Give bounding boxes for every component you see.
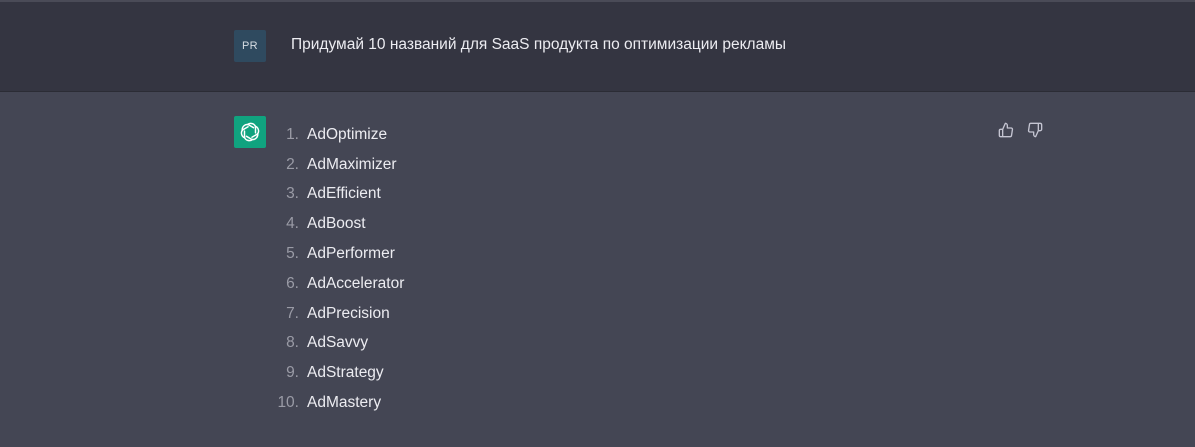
list-item-name: AdAccelerator	[307, 274, 405, 292]
list-item-number: 3.	[286, 185, 299, 203]
assistant-message-row: 1. AdOptimize 2. AdMaximizer 3. AdEfficient…	[0, 92, 1195, 447]
list-item-number: 8.	[286, 334, 299, 352]
user-message-text: Придумай 10 названий для SaaS продукта п…	[291, 36, 787, 53]
list-item-number: 10.	[277, 394, 299, 412]
list-item-name: AdBoost	[307, 215, 366, 233]
list-item-number: 1.	[286, 125, 299, 143]
thumbs-down-icon[interactable]	[1025, 120, 1045, 140]
list-item-name: AdStrategy	[307, 364, 384, 382]
list-item-number: 6.	[286, 274, 299, 292]
list-item-name: AdMaximizer	[307, 155, 397, 173]
list-item: 9. AdStrategy	[276, 358, 404, 388]
list-item-number: 2.	[286, 155, 299, 173]
list-item-number: 7.	[286, 304, 299, 322]
list-item: 10. AdMastery	[276, 388, 404, 418]
list-item: 2. AdMaximizer	[276, 150, 404, 180]
list-item-name: AdOptimize	[307, 125, 388, 143]
list-item-number: 4.	[286, 215, 299, 233]
list-item: 6. AdAccelerator	[276, 269, 404, 299]
list-item: 1. AdOptimize	[276, 120, 404, 150]
list-item: 3. AdEfficient	[276, 180, 404, 210]
list-item-number: 9.	[286, 364, 299, 382]
list-item-name: AdSavvy	[307, 334, 369, 352]
list-item: 5. AdPerformer	[276, 239, 404, 269]
thumbs-up-icon[interactable]	[996, 120, 1016, 140]
list-item-name: AdEfficient	[307, 185, 381, 203]
list-item-name: AdPrecision	[307, 304, 390, 322]
list-item: 8. AdSavvy	[276, 329, 404, 359]
answer-list: 1. AdOptimize 2. AdMaximizer 3. AdEfficient…	[276, 120, 404, 418]
list-item-name: AdMastery	[307, 394, 382, 412]
list-item: 7. AdPrecision	[276, 299, 404, 329]
user-message-row: PR Придумай 10 названий для SaaS продукт…	[0, 0, 1195, 92]
openai-logo-icon	[234, 116, 266, 148]
list-item-number: 5.	[286, 245, 299, 263]
list-item-name: AdPerformer	[307, 245, 395, 263]
list-item: 4. AdBoost	[276, 209, 404, 239]
user-avatar: PR	[234, 30, 266, 62]
